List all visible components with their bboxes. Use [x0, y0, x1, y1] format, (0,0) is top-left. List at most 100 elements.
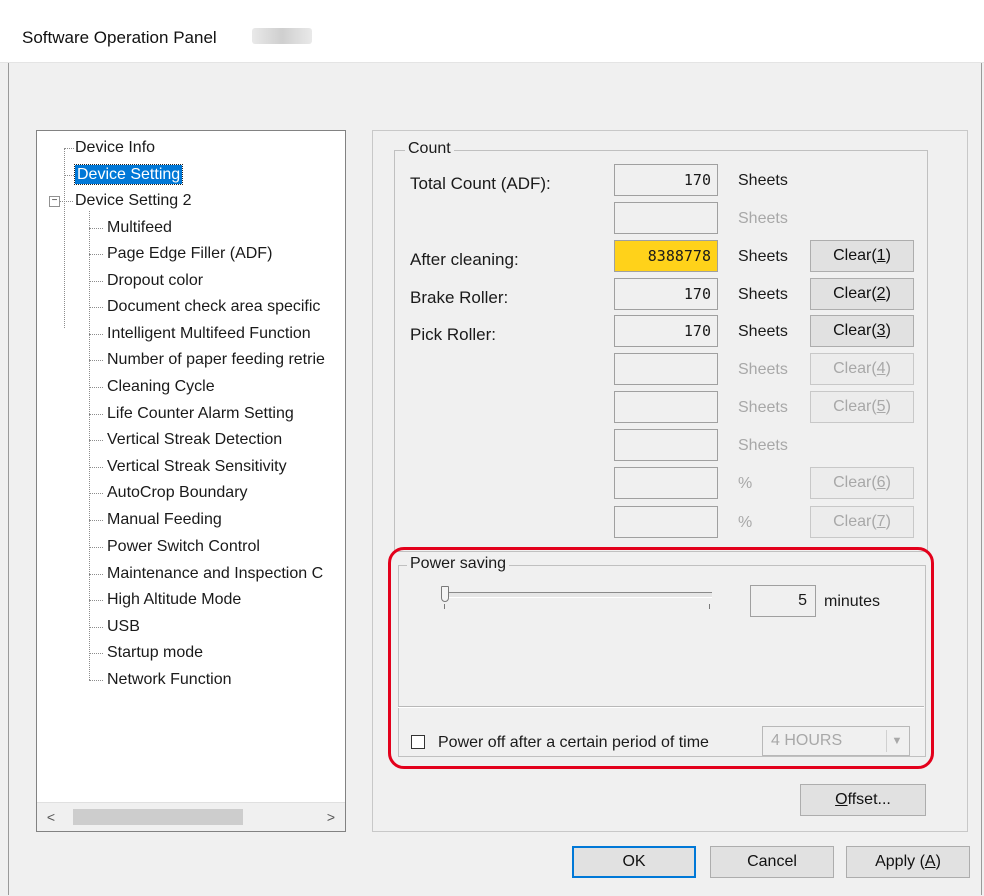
group-separator — [398, 706, 924, 708]
tree-item-autocrop-boundary[interactable]: AutoCrop Boundary — [107, 481, 248, 505]
tree-item-usb[interactable]: USB — [107, 615, 140, 639]
counter-4-field — [614, 353, 718, 385]
scroll-left-icon[interactable]: < — [41, 807, 61, 827]
power-saving-legend: Power saving — [407, 555, 510, 573]
tree-line — [89, 574, 103, 575]
tree-line — [89, 520, 103, 521]
slider-tick — [444, 604, 445, 609]
title-redacted-model — [252, 28, 312, 44]
percent-1-unit: % — [738, 475, 753, 492]
slider-thumb[interactable] — [441, 586, 449, 602]
tree-item-vertical-streak-detection[interactable]: Vertical Streak Detection — [107, 428, 282, 452]
tree-item-life-counter-alarm[interactable]: Life Counter Alarm Setting — [107, 402, 294, 426]
brake-roller-label: Brake Roller: — [410, 288, 509, 307]
tree-line — [59, 201, 73, 202]
tree-line — [89, 334, 103, 335]
cancel-button[interactable]: Cancel — [710, 846, 834, 878]
clear-2-button[interactable]: Clear(2) — [810, 278, 914, 310]
counter-6-field — [614, 429, 718, 461]
tree-line — [64, 175, 74, 176]
counter-6-unit: Sheets — [738, 437, 788, 454]
blank-count-unit: Sheets — [738, 210, 788, 227]
total-count-field: 170 — [614, 164, 718, 196]
after-cleaning-unit: Sheets — [738, 248, 788, 265]
tree-line — [89, 414, 103, 415]
power-saving-minutes-field: 5 — [750, 585, 816, 617]
chevron-down-icon[interactable]: ▼ — [886, 730, 907, 752]
tree-item-device-setting[interactable]: Device Setting — [73, 163, 184, 187]
blank-count-field — [614, 202, 718, 234]
horizontal-scrollbar[interactable]: < > — [37, 802, 345, 831]
tree-line — [89, 467, 103, 468]
window-title: Software Operation Panel — [22, 28, 217, 47]
tree-content: − Device Info Device Setting Device Sett… — [37, 131, 345, 801]
total-count-label: Total Count (ADF): — [410, 174, 551, 193]
tree-line — [89, 228, 103, 229]
after-cleaning-field: 8388778 — [614, 240, 718, 272]
settings-tree[interactable]: − Device Info Device Setting Device Sett… — [36, 130, 346, 832]
tree-line — [89, 387, 103, 388]
pick-roller-unit: Sheets — [738, 323, 788, 340]
counter-5-field — [614, 391, 718, 423]
tree-line — [89, 653, 103, 654]
tree-item-dropout-color[interactable]: Dropout color — [107, 269, 203, 293]
tree-item-manual-feeding[interactable]: Manual Feeding — [107, 508, 222, 532]
percent-1-field — [614, 467, 718, 499]
tree-item-startup-mode[interactable]: Startup mode — [107, 641, 203, 665]
tree-item-page-edge-filler[interactable]: Page Edge Filler (ADF) — [107, 242, 272, 266]
power-saving-slider[interactable] — [444, 592, 712, 598]
tree-line — [89, 493, 103, 494]
clear-5-button[interactable]: Clear(5) — [810, 391, 914, 423]
tree-line — [89, 440, 103, 441]
scrollbar-thumb[interactable] — [73, 809, 243, 825]
counter-4-unit: Sheets — [738, 361, 788, 378]
collapse-icon[interactable]: − — [49, 196, 60, 207]
tree-line — [89, 281, 103, 282]
tree-item-paper-feeding-retries[interactable]: Number of paper feeding retrie — [107, 348, 325, 372]
ok-button[interactable]: OK — [572, 846, 696, 878]
tree-line — [89, 360, 103, 361]
tree-item-device-info[interactable]: Device Info — [75, 136, 155, 160]
clear-4-button[interactable]: Clear(4) — [810, 353, 914, 385]
power-off-label[interactable]: Power off after a certain period of time — [438, 734, 709, 752]
counter-5-unit: Sheets — [738, 399, 788, 416]
minutes-unit: minutes — [824, 593, 881, 610]
scroll-right-icon[interactable]: > — [321, 807, 341, 827]
title-bar[interactable]: Software Operation Panel — [0, 0, 984, 63]
slider-tick — [709, 604, 710, 609]
tree-line — [89, 600, 103, 601]
tree-item-intelligent-multifeed[interactable]: Intelligent Multifeed Function — [107, 322, 311, 346]
tree-item-network-function[interactable]: Network Function — [107, 668, 232, 692]
clear-3-button[interactable]: Clear(3) — [810, 315, 914, 347]
tree-line — [89, 627, 103, 628]
tree-item-high-altitude-mode[interactable]: High Altitude Mode — [107, 588, 241, 612]
clear-7-button[interactable]: Clear(7) — [810, 506, 914, 538]
percent-2-unit: % — [738, 514, 753, 531]
apply-button[interactable]: Apply (A) — [846, 846, 970, 878]
brake-roller-unit: Sheets — [738, 286, 788, 303]
clear-6-button[interactable]: Clear(6) — [810, 467, 914, 499]
clear-1-button[interactable]: Clear(1) — [810, 240, 914, 272]
tree-line — [89, 547, 103, 548]
count-legend: Count — [405, 140, 454, 158]
total-count-unit: Sheets — [738, 172, 788, 189]
after-cleaning-label: After cleaning: — [410, 250, 519, 269]
power-off-period-select[interactable]: 4 HOURS ▼ — [762, 726, 910, 756]
offset-button[interactable]: Offset... — [800, 784, 926, 816]
tree-item-multifeed[interactable]: Multifeed — [107, 216, 172, 240]
tree-item-cleaning-cycle[interactable]: Cleaning Cycle — [107, 375, 215, 399]
tree-item-device-setting-2[interactable]: Device Setting 2 — [75, 189, 192, 213]
tree-item-document-check-area[interactable]: Document check area specific — [107, 295, 320, 319]
tree-item-maintenance-inspection[interactable]: Maintenance and Inspection C — [107, 562, 323, 586]
tree-line — [89, 680, 103, 681]
pick-roller-label: Pick Roller: — [410, 325, 496, 344]
percent-2-field — [614, 506, 718, 538]
tree-item-vertical-streak-sensitivity[interactable]: Vertical Streak Sensitivity — [107, 455, 287, 479]
power-off-period-value: 4 HOURS — [771, 732, 843, 749]
tree-line — [64, 148, 74, 149]
brake-roller-field: 170 — [614, 278, 718, 310]
pick-roller-field: 170 — [614, 315, 718, 347]
power-off-checkbox[interactable] — [411, 735, 425, 749]
tree-item-power-switch-control[interactable]: Power Switch Control — [107, 535, 260, 559]
tree-line — [89, 254, 103, 255]
